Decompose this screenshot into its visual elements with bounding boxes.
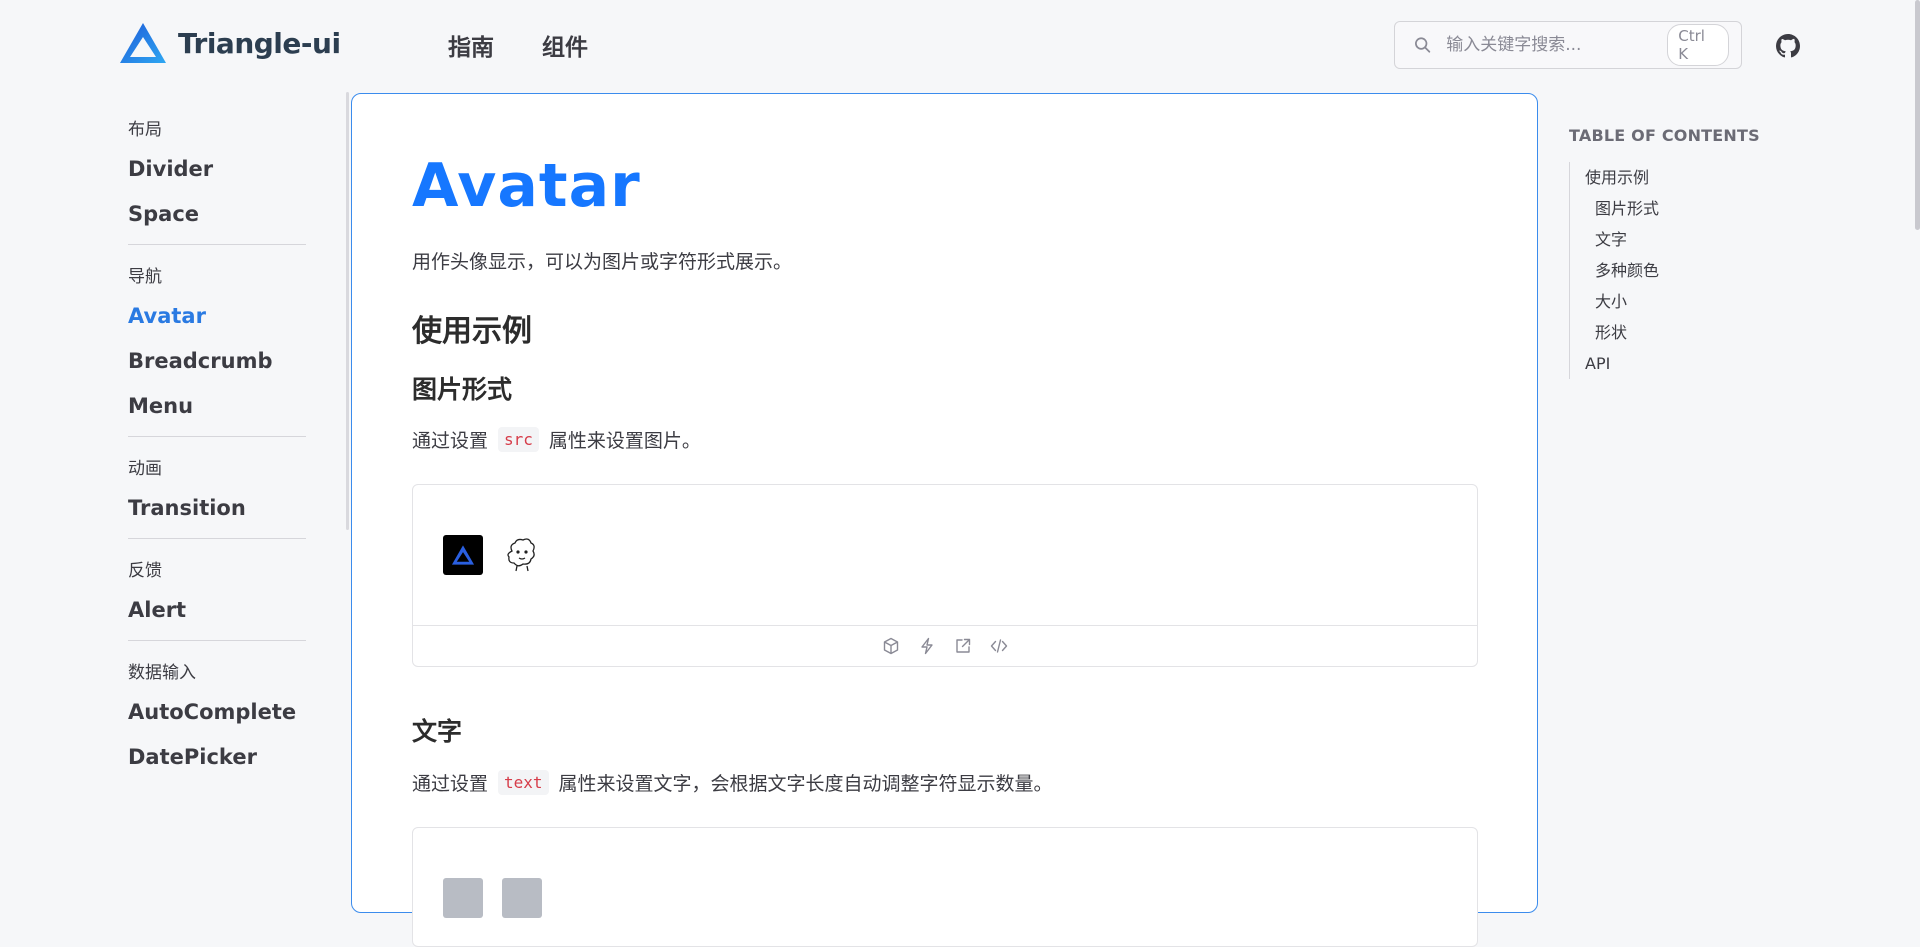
sidebar-group-title: 反馈: [128, 561, 162, 581]
sidebar-item-avatar[interactable]: Avatar: [128, 301, 306, 331]
text: 通过设置: [412, 430, 489, 452]
text: 属性来设置图片。: [548, 430, 701, 452]
sidebar-item-alert[interactable]: Alert: [128, 595, 306, 625]
toc-item[interactable]: 文字: [1585, 224, 1785, 255]
inline-code: text: [498, 770, 549, 795]
toc-item[interactable]: 图片形式: [1585, 193, 1785, 224]
page-title: Avatar: [412, 151, 641, 221]
demo-preview: [413, 485, 1477, 626]
text-section-text: 通过设置 text 属性来设置文字，会根据文字长度自动调整字符显示数量。: [412, 769, 1053, 796]
logo[interactable]: Triangle-ui: [118, 20, 341, 66]
sidebar-divider: [128, 538, 306, 539]
sidebar-item-datepicker[interactable]: DatePicker: [128, 742, 306, 772]
search-box[interactable]: Ctrl K: [1394, 21, 1742, 69]
sheep-cartoon-icon: [507, 538, 535, 572]
sidebar: 布局 Divider Space 导航 Avatar Breadcrumb Me…: [128, 120, 306, 787]
sidebar-divider: [128, 244, 306, 245]
search-shortcut-badge: Ctrl K: [1667, 24, 1729, 66]
toc-list: 使用示例 图片形式 文字 多种颜色 大小 形状 API: [1569, 162, 1785, 379]
code-icon[interactable]: [990, 637, 1008, 655]
sidebar-group-title: 导航: [128, 267, 162, 287]
section-title-text: 文字: [412, 717, 463, 746]
toc-item[interactable]: 使用示例: [1585, 162, 1785, 193]
top-nav: 指南 组件: [448, 28, 588, 62]
toc-item[interactable]: 形状: [1585, 317, 1785, 348]
inline-code: src: [498, 427, 539, 452]
page-scrollbar[interactable]: [1915, 0, 1920, 230]
content-card: Avatar 用作头像显示，可以为图片或字符形式展示。 使用示例 图片形式 通过…: [351, 93, 1538, 947]
sidebar-group-title: 数据输入: [128, 663, 196, 683]
triangle-logo-icon: [451, 545, 475, 565]
toc-item[interactable]: 大小: [1585, 286, 1785, 317]
logo-text: Triangle-ui: [178, 26, 341, 60]
nav-guide[interactable]: 指南: [448, 28, 494, 62]
text: 通过设置: [412, 773, 489, 795]
sidebar-item-breadcrumb[interactable]: Breadcrumb: [128, 346, 306, 376]
demo-box-image: [412, 484, 1478, 667]
image-section-text: 通过设置 src 属性来设置图片。: [412, 426, 701, 453]
text: 属性来设置文字，会根据文字长度自动调整字符显示数量。: [558, 773, 1053, 795]
table-of-contents: TABLE OF CONTENTS 使用示例 图片形式 文字 多种颜色 大小 形…: [1569, 126, 1829, 379]
avatar-image-cartoon: [502, 535, 542, 575]
lightning-icon[interactable]: [918, 637, 936, 655]
demo-toolbar: [413, 626, 1477, 666]
external-link-icon[interactable]: [954, 637, 972, 655]
github-icon[interactable]: [1776, 34, 1800, 58]
avatar-text: [502, 878, 542, 918]
sidebar-divider: [128, 640, 306, 641]
sidebar-group-title: 布局: [128, 120, 162, 140]
section-title-image: 图片形式: [412, 375, 513, 404]
search-icon: [1415, 37, 1431, 53]
sidebar-item-space[interactable]: Space: [128, 199, 306, 229]
toc-item[interactable]: API: [1585, 348, 1785, 379]
cube-icon[interactable]: [882, 637, 900, 655]
sidebar-scrollbar[interactable]: [346, 92, 349, 530]
sidebar-group-title: 动画: [128, 459, 162, 479]
toc-item[interactable]: 多种颜色: [1585, 255, 1785, 286]
search-input[interactable]: [1444, 34, 1668, 56]
avatar-image-logo: [443, 535, 483, 575]
sidebar-item-transition[interactable]: Transition: [128, 493, 306, 523]
nav-components[interactable]: 组件: [542, 28, 588, 62]
page-description: 用作头像显示，可以为图片或字符形式展示。: [412, 251, 793, 273]
demo-box-text: [412, 827, 1478, 947]
sidebar-item-autocomplete[interactable]: AutoComplete: [128, 697, 306, 727]
sidebar-item-menu[interactable]: Menu: [128, 391, 306, 421]
sidebar-divider: [128, 436, 306, 437]
sidebar-item-divider[interactable]: Divider: [128, 154, 306, 184]
toc-title: TABLE OF CONTENTS: [1569, 126, 1760, 145]
section-title-examples: 使用示例: [412, 314, 532, 349]
avatar-text: [443, 878, 483, 918]
triangle-logo-icon: [120, 23, 166, 63]
